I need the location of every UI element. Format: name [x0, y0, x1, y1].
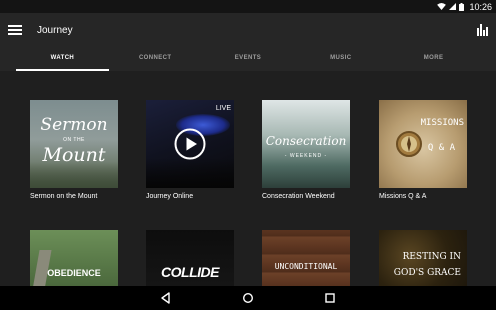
- media-card-unconditional[interactable]: UNCONDITIONAL: [262, 230, 350, 286]
- thumbnail-online: LIVE: [146, 100, 234, 188]
- thumb-text-weekend: - WEEKEND -: [284, 153, 328, 159]
- card-title: Sermon on the Mount: [30, 193, 98, 200]
- play-icon[interactable]: [174, 128, 206, 160]
- thumb-text-resting: RESTING IN: [402, 252, 461, 262]
- card-title: Journey Online: [146, 193, 194, 200]
- thumb-text-grace: GOD'S GRACE: [393, 268, 461, 278]
- app-title: Journey: [37, 24, 73, 36]
- media-card-resting[interactable]: RESTING IN GOD'S GRACE: [379, 230, 467, 286]
- recents-square-icon[interactable]: [323, 291, 337, 305]
- thumb-text-unconditional: UNCONDITIONAL: [274, 262, 338, 271]
- thumbnail-sermon: Sermon ON THE Mount: [30, 100, 118, 188]
- live-badge: LIVE: [215, 105, 231, 112]
- tab-events[interactable]: EVENTS: [202, 47, 295, 71]
- thumb-text-onthe: ON THE: [63, 137, 85, 143]
- thumbnail-consecration: Consecration - WEEKEND -: [262, 100, 350, 188]
- media-card-sermon[interactable]: Sermon ON THE Mount Sermon on the Mount: [30, 100, 118, 200]
- back-triangle-icon[interactable]: [159, 291, 173, 305]
- tab-music[interactable]: MUSIC: [294, 47, 387, 71]
- compass-icon: [396, 131, 422, 157]
- thumb-text-qa: Q & A: [427, 143, 455, 153]
- thumb-text-missions: MISSIONS: [420, 118, 464, 128]
- thumb-text-mount: Mount: [42, 144, 106, 166]
- media-card-collide[interactable]: COLLIDE: [146, 230, 234, 286]
- thumb-text-obedience: OBEDIENCE: [47, 268, 101, 278]
- thumbnail-resting: RESTING IN GOD'S GRACE: [379, 230, 467, 286]
- thumbnail-unconditional: UNCONDITIONAL: [262, 230, 350, 286]
- thumbnail-missions: MISSIONS Q & A: [379, 100, 467, 188]
- thumb-text-collide: COLLIDE: [161, 264, 219, 280]
- media-grid: Sermon ON THE Mount Sermon on the Mount …: [0, 71, 496, 286]
- wifi-icon: [437, 3, 447, 10]
- home-circle-icon[interactable]: [241, 291, 255, 305]
- system-nav-bar: [0, 286, 496, 310]
- tab-bar: WATCH CONNECT EVENTS MUSIC MORE: [0, 47, 496, 71]
- thumb-text-sermon: Sermon: [40, 115, 108, 135]
- battery-icon: [459, 2, 465, 11]
- hamburger-icon[interactable]: [8, 24, 22, 36]
- signal-icon: [449, 3, 457, 10]
- thumb-text-consecration: Consecration: [265, 134, 347, 148]
- media-card-online[interactable]: LIVE Journey Online: [146, 100, 234, 200]
- thumbnail-collide: COLLIDE: [146, 230, 234, 286]
- status-time: 10:26: [469, 1, 492, 12]
- tab-connect[interactable]: CONNECT: [109, 47, 202, 71]
- bar-chart-icon[interactable]: [477, 24, 488, 36]
- card-title: Consecration Weekend: [262, 193, 335, 200]
- media-card-missions[interactable]: MISSIONS Q & A Missions Q & A: [379, 100, 467, 200]
- app-bar: Journey: [0, 13, 496, 47]
- media-card-obedience[interactable]: OBEDIENCE: [30, 230, 118, 286]
- thumbnail-obedience: OBEDIENCE: [30, 230, 118, 286]
- tab-watch[interactable]: WATCH: [16, 47, 109, 71]
- status-bar: 10:26: [0, 0, 496, 13]
- tab-more[interactable]: MORE: [387, 47, 480, 71]
- card-title: Missions Q & A: [379, 193, 427, 200]
- media-card-consecration[interactable]: Consecration - WEEKEND - Consecration We…: [262, 100, 350, 200]
